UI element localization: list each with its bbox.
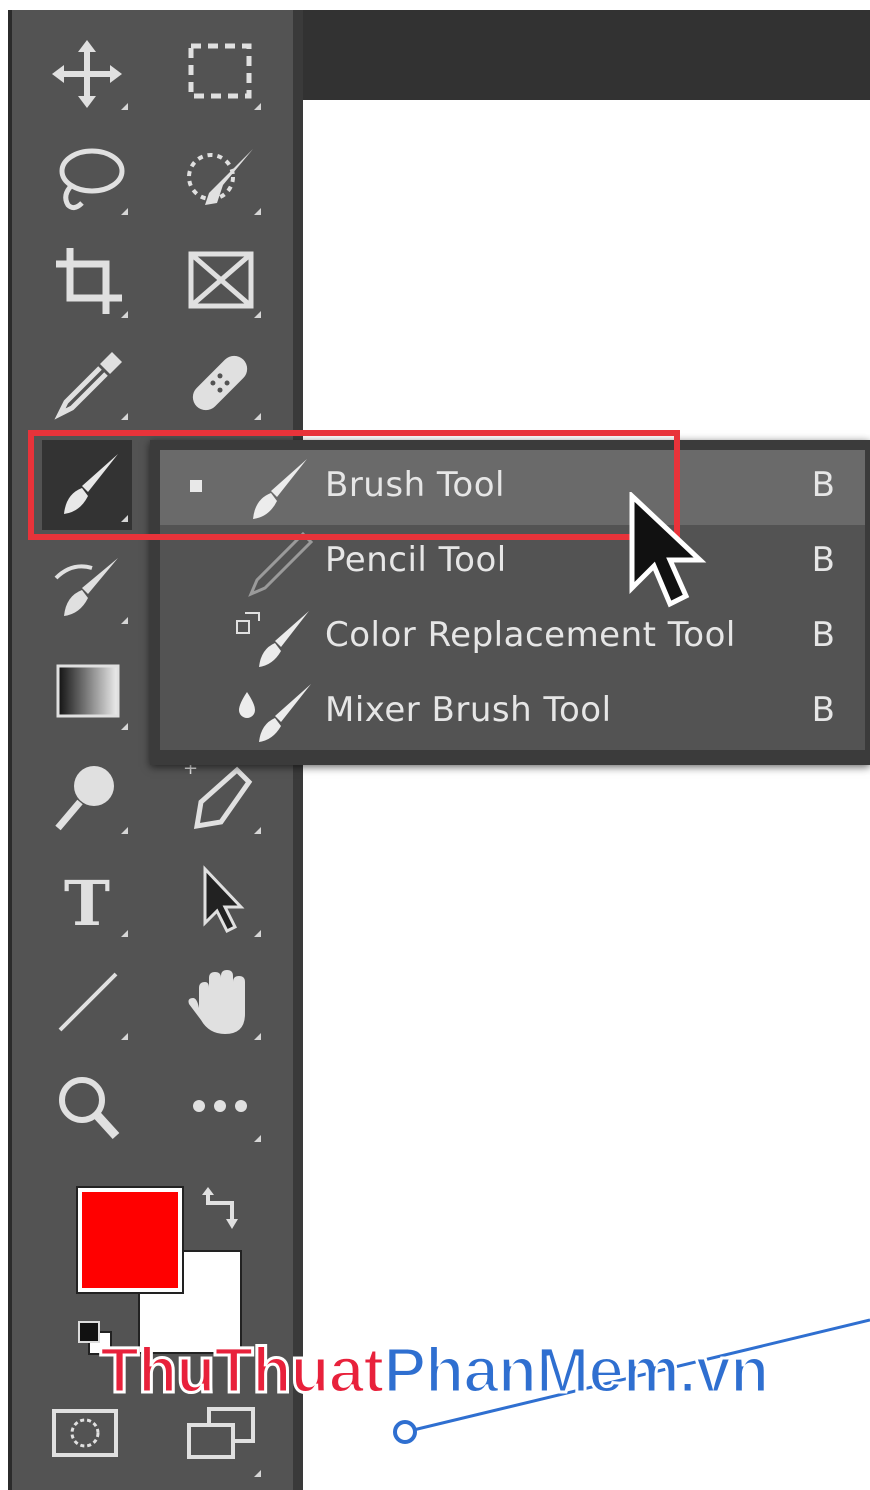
zoom-tool[interactable] <box>42 1060 132 1150</box>
move-icon <box>52 40 122 108</box>
dodge-icon <box>55 766 114 831</box>
watermark-part1: ThuThuat <box>98 1333 385 1408</box>
pen-icon: + <box>183 758 253 830</box>
quick-selection-icon <box>187 149 253 205</box>
photoshop-window: + T Brush Tool B Pencil Tool B Color Rep… <box>0 0 870 1490</box>
zoom-icon <box>59 1077 120 1140</box>
menu-item-shortcut: B <box>811 615 835 655</box>
spot-healing-tool[interactable] <box>175 338 265 428</box>
color-replacement-icon <box>236 611 309 667</box>
menu-item-shortcut: B <box>811 465 835 505</box>
svg-text:T: T <box>64 867 110 940</box>
line-tool[interactable] <box>42 958 132 1048</box>
crop-tool[interactable] <box>42 236 132 326</box>
highlight-annotation-box <box>28 430 680 540</box>
history-brush-icon <box>54 558 118 616</box>
path-selection-tool[interactable] <box>175 855 265 945</box>
marquee-icon <box>188 43 252 99</box>
frame-icon <box>188 251 254 309</box>
move-tool[interactable] <box>42 28 132 118</box>
gradient-tool[interactable] <box>42 648 132 738</box>
history-brush-tool[interactable] <box>42 542 132 632</box>
menu-item-label: Color Replacement Tool <box>325 615 736 655</box>
eyedropper-icon <box>54 352 122 420</box>
quick-selection-tool[interactable] <box>175 133 265 223</box>
menu-item-shortcut: B <box>811 540 835 580</box>
hand-icon <box>188 970 245 1034</box>
menu-item-label: Mixer Brush Tool <box>325 690 612 730</box>
line-icon <box>58 972 118 1032</box>
more-icon <box>193 1100 247 1112</box>
edit-toolbar[interactable] <box>175 1060 265 1150</box>
arrow-icon <box>203 865 245 934</box>
bandage-icon <box>192 355 248 411</box>
hand-tool[interactable] <box>175 958 265 1048</box>
dodge-tool[interactable] <box>42 752 132 842</box>
lasso-tool[interactable] <box>42 133 132 223</box>
menu-item-label: Pencil Tool <box>325 540 507 580</box>
type-icon: T <box>64 867 110 940</box>
rectangular-marquee-tool[interactable] <box>175 28 265 118</box>
pen-tool[interactable]: + <box>175 752 265 842</box>
document-canvas[interactable] <box>303 100 870 1490</box>
swap-colors-icon[interactable] <box>198 1185 248 1235</box>
menu-item-color-replacement-tool[interactable]: Color Replacement Tool B <box>160 600 865 675</box>
lasso-icon <box>59 148 125 211</box>
mixer-brush-icon <box>239 684 311 742</box>
watermark-part2: PhanMem.vn <box>382 1333 771 1408</box>
gradient-icon <box>56 664 120 718</box>
menu-item-mixer-brush-tool[interactable]: Mixer Brush Tool B <box>160 675 865 750</box>
foreground-color-swatch[interactable] <box>76 1186 184 1294</box>
eyedropper-tool[interactable] <box>42 338 132 428</box>
document-tab-bar <box>303 10 870 100</box>
menu-item-shortcut: B <box>811 690 835 730</box>
watermark-logo: ThuThuatPhanMem.vn <box>98 1330 771 1410</box>
type-tool[interactable]: T <box>42 855 132 945</box>
top-margin <box>0 0 870 10</box>
crop-icon <box>56 248 122 314</box>
frame-tool[interactable] <box>175 236 265 326</box>
mouse-cursor-icon <box>629 492 707 608</box>
